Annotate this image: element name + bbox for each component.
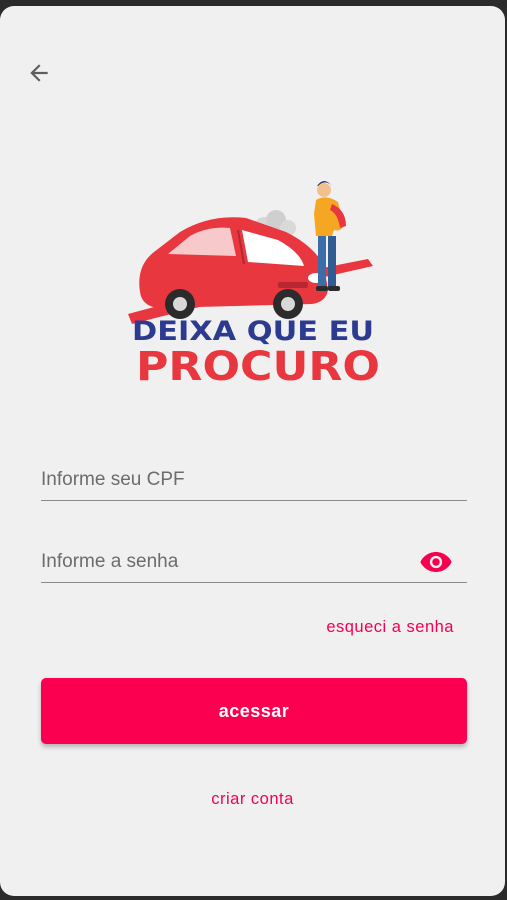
cpf-field xyxy=(41,460,467,501)
password-field xyxy=(41,542,467,583)
app-screen: DEIXA QUE EU PROCURO esqueci a senha ace… xyxy=(0,6,505,896)
create-account-link[interactable]: criar conta xyxy=(211,790,294,808)
toggle-password-visibility-button[interactable] xyxy=(419,548,453,576)
password-input[interactable] xyxy=(41,542,411,582)
create-account-row: criar conta xyxy=(0,790,505,809)
logo-line1: DEIXA QUE EU xyxy=(132,316,374,347)
forgot-password-link[interactable]: esqueci a senha xyxy=(326,618,454,637)
cpf-input[interactable] xyxy=(41,460,467,500)
eye-icon xyxy=(420,552,452,572)
logo-illustration: DEIXA QUE EU PROCURO xyxy=(128,181,380,390)
arrow-left-icon xyxy=(30,64,48,82)
logo-line2: PROCURO xyxy=(136,344,380,390)
back-button[interactable] xyxy=(22,56,56,90)
app-logo: DEIXA QUE EU PROCURO xyxy=(118,174,398,394)
login-button[interactable]: acessar xyxy=(41,678,467,744)
